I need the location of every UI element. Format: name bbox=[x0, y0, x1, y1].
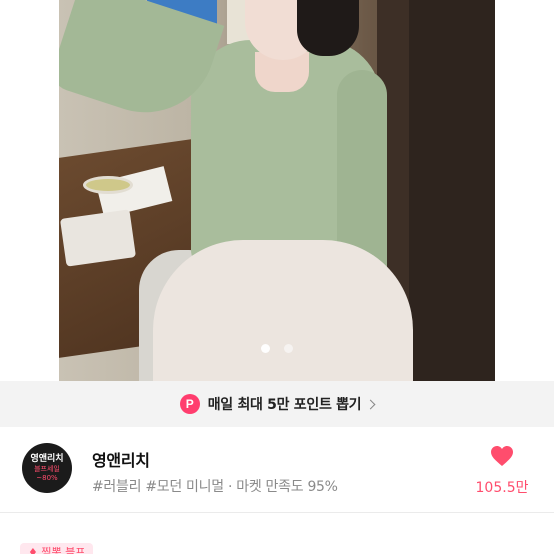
logo-text-name: 영앤리치 bbox=[30, 453, 64, 464]
chevron-right-icon bbox=[365, 399, 376, 409]
carousel-indicator bbox=[0, 344, 554, 354]
product-detail-page: P 매일 최대 5만 포인트 뽑기 영앤리치 블프세일 ~80% 영앤리치 #러… bbox=[0, 0, 554, 554]
points-icon: P bbox=[179, 394, 200, 414]
shop-logo[interactable]: 영앤리치 블프세일 ~80% bbox=[22, 443, 72, 493]
logo-text-discount: ~80% bbox=[36, 473, 58, 482]
event-tag-badge: ♦ 찜뽕 블프 bbox=[20, 543, 94, 554]
logo-text-sale: 블프세일 bbox=[34, 464, 60, 473]
heart-icon bbox=[491, 446, 513, 466]
carousel-dot-2[interactable] bbox=[284, 344, 293, 353]
carousel-dot-1[interactable] bbox=[261, 344, 270, 353]
product-image-carousel[interactable] bbox=[0, 0, 554, 381]
shop-tags: #러블리 #모던 미니멀 · 마켓 만족도 95% bbox=[92, 479, 338, 495]
product-photo[interactable] bbox=[59, 0, 495, 381]
daily-points-banner[interactable]: P 매일 최대 5만 포인트 뽑기 bbox=[0, 381, 554, 427]
like-button[interactable]: 105.5만 bbox=[470, 445, 534, 497]
shop-name[interactable]: 영앤리치 bbox=[92, 447, 150, 471]
product-tags-row: ♦ 찜뽕 블프 bbox=[0, 513, 554, 554]
shop-info-row[interactable]: 영앤리치 블프세일 ~80% 영앤리치 #러블리 #모던 미니멀 · 마켓 만족… bbox=[0, 427, 554, 513]
like-count: 105.5만 bbox=[475, 480, 529, 496]
banner-text: 매일 최대 5만 포인트 뽑기 bbox=[207, 397, 362, 413]
